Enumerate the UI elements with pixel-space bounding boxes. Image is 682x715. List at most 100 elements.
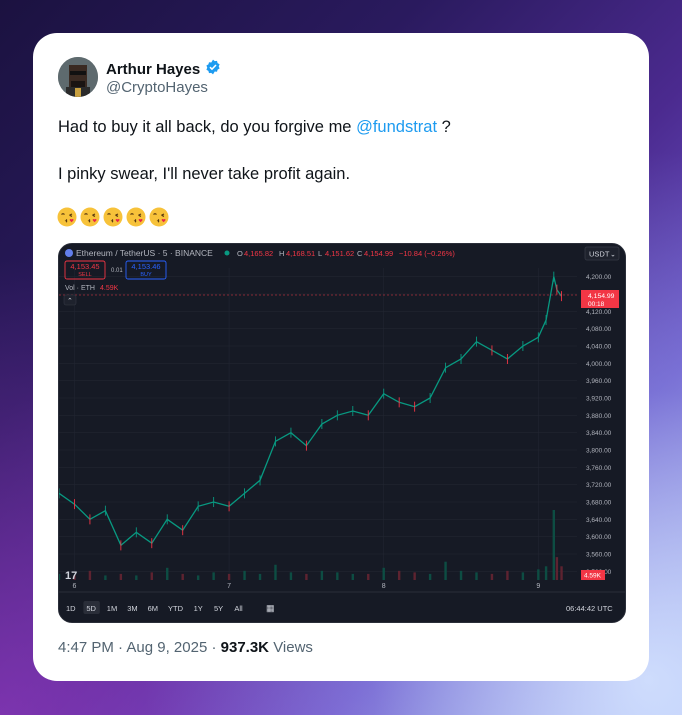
views-label: Views	[273, 639, 313, 656]
separator: ·	[211, 639, 217, 656]
timeframe-option[interactable]: 3M	[127, 604, 137, 613]
volume-bar	[212, 572, 215, 580]
views-count: 937.3K	[220, 639, 270, 656]
price-chart: Ethereum / TetherUS · 5 · BINANCE O 4,16…	[59, 244, 625, 622]
price-tick-label: 3,680.00	[586, 500, 612, 507]
author-name[interactable]: Arthur Hayes	[106, 61, 200, 78]
volume-bar	[459, 570, 463, 580]
price-tick-label: 3,640.00	[586, 517, 612, 524]
tradingview-logo: 17	[65, 570, 77, 582]
volume-bar	[289, 572, 293, 580]
spread-value: 0.01	[111, 268, 123, 274]
volume-bar	[243, 570, 246, 580]
avatar[interactable]	[58, 57, 98, 97]
volume-bar	[166, 567, 169, 580]
volume-bar	[560, 566, 563, 580]
price-tick-label: 3,760.00	[586, 465, 612, 472]
volume-bar	[397, 570, 401, 580]
volume-bar	[305, 573, 308, 580]
time-tick-label: 9	[536, 583, 540, 590]
volume-bar	[59, 573, 61, 580]
volume-bar	[428, 573, 432, 580]
volume-bar	[181, 573, 184, 580]
chart-image[interactable]: Ethereum / TetherUS · 5 · BINANCE O 4,16…	[58, 243, 626, 623]
volume-bar	[119, 573, 123, 580]
calendar-icon: ▦	[266, 603, 275, 613]
volume-bar	[196, 575, 200, 580]
timeframe-option[interactable]: 1M	[107, 604, 117, 613]
volume-bar	[351, 573, 354, 580]
tweet-date[interactable]: Aug 9, 2025	[126, 639, 207, 656]
tweet-time[interactable]: 4:47 PM	[58, 639, 114, 656]
timeframe-option[interactable]: 1D	[66, 604, 76, 613]
volume-bar	[135, 575, 138, 580]
kissing-face-icon	[57, 207, 77, 227]
ohlc-c-label: C	[357, 249, 363, 258]
volume-bar	[444, 561, 447, 580]
ohlc-h-value: 4,168.51	[286, 249, 315, 258]
price-tick-label: 3,800.00	[586, 448, 612, 455]
separator: ·	[118, 639, 124, 656]
volume-bar	[382, 567, 385, 580]
kissing-face-icon	[80, 207, 100, 227]
author-name-row[interactable]: Arthur Hayes	[106, 59, 221, 79]
timeframe-option[interactable]: All	[234, 604, 243, 613]
timeframe-option[interactable]: 5Y	[214, 604, 223, 613]
price-tick-label: 4,200.00	[586, 274, 612, 281]
last-price-tag-value: 4,154.99	[588, 293, 615, 300]
tweet-line-1: Had to buy it all back, do you forgive m…	[58, 115, 451, 139]
tweet-text-part: ?	[437, 118, 451, 136]
timeframe-option[interactable]: 6M	[148, 604, 158, 613]
kissing-face-icon	[126, 207, 146, 227]
time-tick-label: 7	[227, 583, 231, 590]
market-status-icon	[224, 250, 230, 256]
time-tick-label: 8	[382, 583, 386, 590]
mention-link[interactable]: @fundstrat	[356, 118, 437, 136]
price-tick-label: 3,600.00	[586, 534, 612, 541]
volume-bar	[413, 572, 416, 580]
chart-symbol: Ethereum / TetherUS · 5 · BINANCE	[76, 248, 213, 258]
price-tick-label: 3,880.00	[586, 413, 612, 420]
price-tick-label: 3,560.00	[586, 552, 612, 559]
price-change: −10.84 (−0.26%)	[399, 249, 455, 258]
volume-value: 4.59K	[100, 285, 119, 292]
price-tick-label: 3,960.00	[586, 378, 612, 385]
volume-label: Vol · ETH	[65, 285, 95, 292]
buy-label: BUY	[140, 272, 152, 278]
utc-clock: 06:44:42 UTC	[566, 604, 613, 613]
price-tick-label: 4,120.00	[586, 309, 612, 316]
chevron-down-icon: ⌄	[610, 252, 616, 259]
tweet-text-part: Had to buy it all back, do you forgive m…	[58, 118, 357, 136]
timeframe-option[interactable]: 5D	[86, 604, 96, 613]
currency-label: USDT	[589, 250, 610, 259]
author-handle[interactable]: @CryptoHayes	[106, 79, 208, 96]
ohlc-o-label: O	[237, 249, 243, 258]
price-tick-label: 4,040.00	[586, 344, 612, 351]
last-price-tag-time: 00:18	[588, 301, 605, 308]
buy-price: 4,153.46	[131, 262, 160, 271]
volume-bar	[490, 573, 494, 580]
emoji-row	[57, 207, 169, 227]
ohlc-c-value: 4,154.99	[364, 249, 393, 258]
verified-badge-icon	[205, 59, 221, 79]
volume-bar	[521, 572, 525, 580]
tweet-text: Had to buy it all back, do you forgive m…	[58, 115, 451, 183]
volume-bar	[367, 573, 370, 580]
ohlc-l-label: L	[318, 249, 322, 258]
volume-tag-value: 4.59K	[584, 573, 602, 580]
ohlc-o-value: 4,165.82	[244, 249, 273, 258]
kissing-face-icon	[149, 207, 169, 227]
volume-bar	[537, 569, 540, 580]
volume-bar	[475, 572, 478, 580]
kissing-face-icon	[103, 207, 123, 227]
timeframe-option[interactable]: YTD	[168, 604, 184, 613]
volume-bar	[258, 573, 262, 580]
chevron-up-icon: ⌃	[67, 297, 73, 305]
tweet-line-2: I pinky swear, I'll never take profit ag…	[58, 165, 351, 183]
tweet-card[interactable]: Arthur Hayes @CryptoHayes Had to buy it …	[33, 33, 649, 681]
ohlc-l-value: 4,151.62	[325, 249, 354, 258]
sell-label: SELL	[78, 272, 91, 278]
price-tick-label: 4,000.00	[586, 361, 612, 368]
volume-bar	[274, 564, 277, 580]
timeframe-option[interactable]: 1Y	[194, 604, 203, 613]
